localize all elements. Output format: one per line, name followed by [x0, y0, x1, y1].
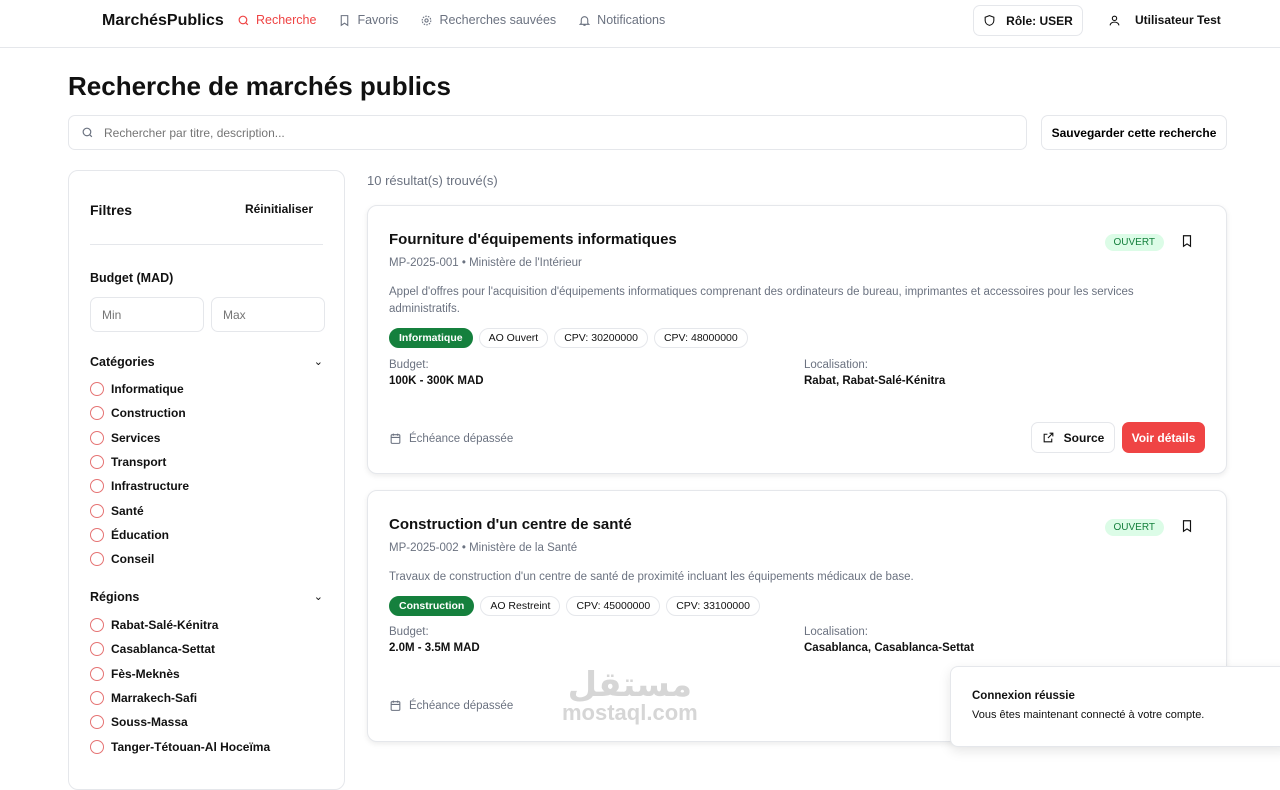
category-option[interactable]: Santé	[90, 502, 189, 518]
tag-category: Construction	[389, 596, 475, 616]
deadline: Échéance dépassée	[389, 432, 513, 445]
divider	[90, 244, 323, 245]
bookmark-icon	[341, 14, 349, 26]
region-option[interactable]: Marrakech-Safi	[90, 690, 270, 706]
bookmark-icon[interactable]	[1180, 234, 1194, 248]
search-input[interactable]	[104, 125, 984, 140]
radio[interactable]	[90, 382, 104, 397]
radio[interactable]	[90, 455, 104, 470]
gear-icon	[422, 15, 432, 25]
category-option[interactable]: Infrastructure	[90, 478, 189, 494]
watermark: مستقل mostaql.com	[562, 665, 698, 725]
region-option[interactable]: Tanger-Tétouan-Al Hoceïma	[90, 738, 270, 754]
result-title[interactable]: Fourniture d'équipements informatiques	[389, 231, 677, 248]
bookmark-icon[interactable]	[1180, 519, 1194, 533]
radio[interactable]	[90, 406, 104, 421]
region-option[interactable]: Souss-Massa	[90, 714, 270, 730]
nav-notifications[interactable]: Notifications	[578, 13, 665, 27]
nav-favoris[interactable]: Favoris	[338, 13, 398, 27]
region-option[interactable]: Rabat-Salé-Kénitra	[90, 617, 270, 633]
category-option[interactable]: Construction	[90, 405, 189, 421]
search-icon	[238, 15, 249, 25]
tag: CPV: 45000000	[566, 596, 661, 616]
category-option[interactable]: Informatique	[90, 381, 189, 397]
tag: AO Ouvert	[478, 328, 549, 348]
regions-list: Rabat-Salé-Kénitra Casablanca-Settat Fès…	[90, 617, 270, 755]
source-button[interactable]: Source	[1031, 422, 1115, 453]
chevron-down-icon[interactable]: ⌄	[314, 590, 323, 603]
region-option[interactable]: Fès-Meknès	[90, 666, 270, 682]
radio[interactable]	[90, 691, 104, 706]
filters-title: Filtres	[90, 202, 133, 218]
external-link-icon	[1043, 432, 1054, 443]
budget-field: Budget: 100K - 300K MAD	[389, 359, 484, 387]
tag-category: Informatique	[389, 328, 473, 348]
regions-label[interactable]: Régions	[90, 590, 139, 604]
save-search-button[interactable]: Sauvegarder cette recherche	[1041, 115, 1227, 150]
chevron-down-icon[interactable]: ⌄	[314, 355, 323, 368]
nav-recherche[interactable]: Recherche	[237, 13, 316, 27]
filters-panel: Filtres Réinitialiser Budget (MAD) Catég…	[68, 170, 345, 790]
result-card: Fourniture d'équipements informatiques M…	[367, 205, 1227, 474]
radio[interactable]	[90, 739, 104, 754]
radio[interactable]	[90, 479, 104, 494]
location-field: Localisation: Casablanca, Casablanca-Sett…	[804, 626, 975, 654]
search-bar[interactable]	[68, 115, 1027, 150]
role-button[interactable]: Rôle: USER	[973, 5, 1083, 36]
toast-message: Vous êtes maintenant connecté à votre co…	[972, 709, 1205, 721]
region-option[interactable]: Casablanca-Settat	[90, 641, 270, 657]
categories-label[interactable]: Catégories	[90, 355, 155, 369]
tag: AO Restreint	[480, 596, 561, 616]
bell-icon	[579, 15, 591, 26]
result-description: Appel d'offres pour l'acquisition d'équi…	[389, 286, 1134, 315]
page-title: Recherche de marchés publics	[68, 71, 451, 101]
toast-notification[interactable]: Connexion réussie Vous êtes maintenant c…	[950, 666, 1280, 747]
nav-recherches-sauvees[interactable]: Recherches sauvées	[420, 13, 556, 27]
status-badge: OUVERT	[1104, 234, 1164, 251]
calendar-icon	[390, 433, 401, 444]
budget-label: Budget (MAD)	[90, 271, 174, 285]
result-meta: MP-2025-002 • Ministère de la Santé	[389, 542, 578, 554]
tag: CPV: 48000000	[653, 328, 748, 348]
view-details-button[interactable]: Voir détails	[1122, 422, 1205, 453]
radio[interactable]	[90, 430, 104, 445]
categories-list: Informatique Construction Services Trans…	[90, 381, 189, 567]
location-field: Localisation: Rabat, Rabat-Salé-Kénitra	[804, 359, 946, 387]
top-nav: MarchésPublics Recherche Favoris Recherc…	[0, 0, 1280, 48]
category-option[interactable]: Transport	[90, 454, 189, 470]
result-meta: MP-2025-001 • Ministère de l'Intérieur	[389, 257, 582, 269]
calendar-icon	[390, 700, 401, 711]
radio[interactable]	[90, 618, 104, 633]
category-option[interactable]: Services	[90, 430, 189, 446]
budget-max-input[interactable]	[211, 297, 325, 332]
deadline: Échéance dépassée	[389, 699, 513, 712]
search-icon	[82, 127, 93, 138]
budget-min-input[interactable]	[90, 297, 204, 332]
tag: CPV: 33100000	[666, 596, 760, 616]
radio[interactable]	[90, 527, 104, 542]
result-title[interactable]: Construction d'un centre de santé	[389, 516, 632, 533]
user-icon	[1109, 15, 1120, 25]
radio[interactable]	[90, 642, 104, 657]
user-menu[interactable]: Utilisateur Test	[1108, 13, 1221, 27]
category-option[interactable]: Conseil	[90, 551, 189, 567]
tag: CPV: 30200000	[554, 328, 648, 348]
radio[interactable]	[90, 503, 104, 518]
logo[interactable]: MarchésPublics	[102, 12, 224, 30]
results-count: 10 résultat(s) trouvé(s)	[367, 173, 498, 188]
shield-icon	[984, 15, 995, 26]
radio[interactable]	[90, 715, 104, 730]
budget-field: Budget: 2.0M - 3.5M MAD	[389, 626, 480, 654]
toast-title: Connexion réussie	[972, 690, 1075, 702]
radio[interactable]	[90, 666, 104, 681]
reset-button[interactable]: Réinitialiser	[245, 202, 313, 216]
result-description: Travaux de construction d'un centre de s…	[389, 571, 914, 583]
status-badge: OUVERT	[1104, 519, 1164, 536]
radio[interactable]	[90, 552, 104, 567]
category-option[interactable]: Éducation	[90, 527, 189, 543]
